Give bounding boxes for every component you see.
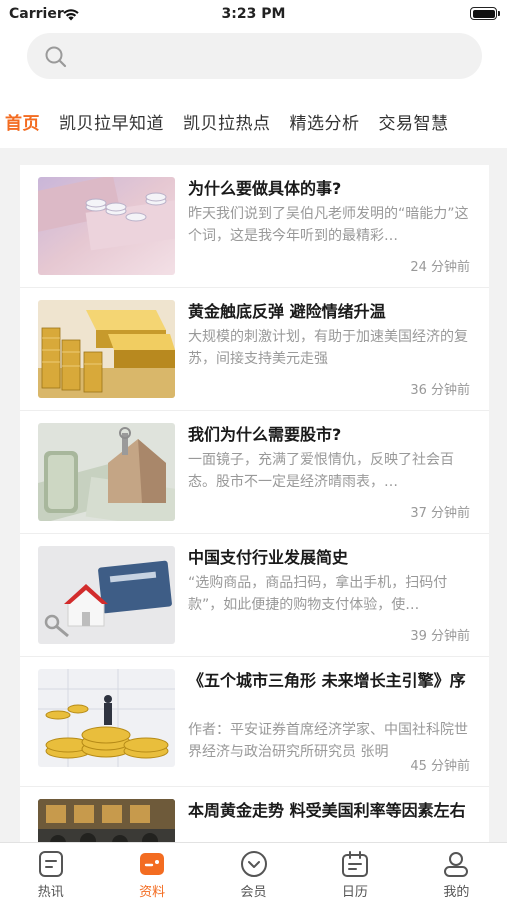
article-item[interactable]: 《五个城市三角形 未来增长主引擎》序 作者：平安证券首席经济学家、中国社科院世界… <box>20 657 489 787</box>
house-model-with-keys-image <box>38 546 175 644</box>
profile-icon <box>442 850 470 882</box>
article-title: 黄金触底反弹 避险情绪升温 <box>188 302 386 321</box>
search-input[interactable] <box>77 33 467 79</box>
calendar-icon <box>341 850 369 882</box>
nav-calendar[interactable]: 日历 <box>304 843 405 900</box>
folder-icon <box>138 850 166 882</box>
coins-on-banknotes-image <box>38 177 175 275</box>
article-title: 为什么要做具体的事? <box>188 179 342 198</box>
tab-morning-brief[interactable]: 凯贝拉早知道 <box>59 109 164 134</box>
businessman-on-gold-coins-image <box>38 669 175 767</box>
trading-floor-image <box>38 799 175 842</box>
header: 首页 凯贝拉早知道 凯贝拉热点 精选分析 交易智慧 <box>0 28 507 148</box>
tab-hot-topics[interactable]: 凯贝拉热点 <box>183 109 271 134</box>
nav-materials-label: 资料 <box>139 885 166 900</box>
article-time: 36 分钟前 <box>410 383 470 398</box>
article-summary: “选购商品，商品扫码，拿出手机，扫码付款”，如此便捷的购物支付体验，使… <box>188 575 448 613</box>
article-feed: 为什么要做具体的事? 昨天我们说到了吴伯凡老师发明的“暗能力”这个词，这是我今年… <box>20 165 489 842</box>
article-item[interactable]: 黄金触底反弹 避险情绪升温 大规模的刺激计划，有助于加速美国经济的复苏，间接支持… <box>20 288 489 411</box>
tab-home[interactable]: 首页 <box>5 109 40 134</box>
battery-icon <box>470 7 500 20</box>
status-bar: Carrier 3:23 PM <box>0 0 507 28</box>
article-item[interactable]: 为什么要做具体的事? 昨天我们说到了吴伯凡老师发明的“暗能力”这个词，这是我今年… <box>20 165 489 288</box>
search-bar[interactable] <box>27 33 482 79</box>
house-and-key-on-dollars-image <box>38 423 175 521</box>
article-title: 中国支付行业发展简史 <box>188 548 349 567</box>
article-item[interactable]: 中国支付行业发展简史 “选购商品，商品扫码，拿出手机，扫码付款”，如此便捷的购物… <box>20 534 489 657</box>
article-title: 我们为什么需要股市? <box>188 425 342 444</box>
member-icon <box>240 850 268 882</box>
bottom-tab-bar: 热讯 资料 会员 日历 我的 <box>0 842 507 900</box>
article-time: 45 分钟前 <box>410 759 470 774</box>
nav-profile-label: 我的 <box>443 885 470 900</box>
article-item[interactable]: 我们为什么需要股市? 一面镜子，充满了爱恨情仇，反映了社会百态。股市不一定是经济… <box>20 411 489 534</box>
article-summary: 大规模的刺激计划，有助于加速美国经济的复苏，间接支持美元走强 <box>188 329 468 367</box>
nav-profile[interactable]: 我的 <box>406 843 507 900</box>
search-icon <box>45 46 67 72</box>
article-summary: 昨天我们说到了吴伯凡老师发明的“暗能力”这个词，这是我今年听到的最精彩… <box>188 206 469 244</box>
article-item[interactable]: 本周黄金走势 料受美国利率等因素左右 <box>20 787 489 842</box>
tab-featured-analysis[interactable]: 精选分析 <box>290 109 360 134</box>
news-icon <box>38 850 64 882</box>
article-time: 24 分钟前 <box>410 260 470 275</box>
article-time: 39 分钟前 <box>410 629 470 644</box>
nav-materials[interactable]: 资料 <box>101 843 202 900</box>
article-summary: 一面镜子，充满了爱恨情仇，反映了社会百态。股市不一定是经济晴雨表，… <box>188 452 454 490</box>
nav-member-label: 会员 <box>240 885 267 900</box>
nav-member[interactable]: 会员 <box>203 843 304 900</box>
nav-calendar-label: 日历 <box>341 885 368 900</box>
tab-trading-wisdom[interactable]: 交易智慧 <box>379 109 449 134</box>
channel-tabs: 首页 凯贝拉早知道 凯贝拉热点 精选分析 交易智慧 <box>0 106 507 136</box>
status-time: 3:23 PM <box>221 6 286 22</box>
article-time: 37 分钟前 <box>410 506 470 521</box>
nav-news[interactable]: 热讯 <box>0 843 101 900</box>
article-title: 《五个城市三角形 未来增长主引擎》序 <box>188 671 466 690</box>
article-title: 本周黄金走势 料受美国利率等因素左右 <box>188 801 466 820</box>
nav-news-label: 热讯 <box>37 885 64 900</box>
gold-bars-image <box>38 300 175 398</box>
